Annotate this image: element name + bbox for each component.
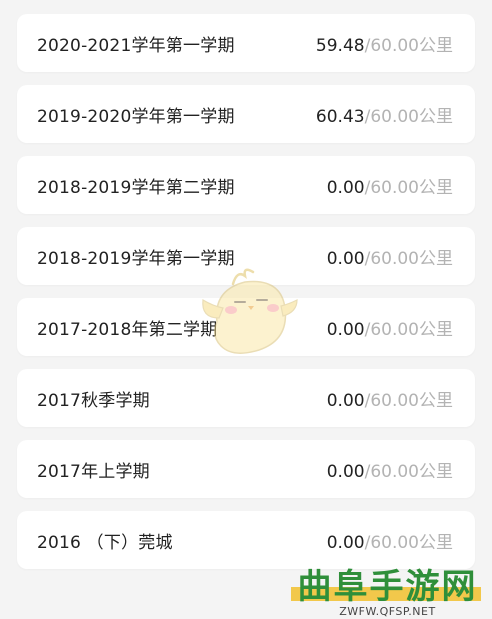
distance-completed: 0.00 bbox=[326, 319, 365, 340]
semester-name: 2018-2019学年第二学期 bbox=[37, 177, 235, 198]
distance-progress: 0.00/60.00公里 bbox=[327, 173, 453, 198]
distance-completed: 0.00 bbox=[326, 461, 365, 482]
semester-card[interactable]: 2017年上学期 0.00/60.00公里 bbox=[17, 440, 475, 498]
watermark-url: ZWFW.QFSP.NET bbox=[339, 605, 436, 618]
semester-card[interactable]: 2019-2020学年第一学期 60.43/60.00公里 bbox=[17, 85, 475, 143]
watermark-title: 曲阜手游网 bbox=[297, 567, 478, 607]
distance-unit: 公里 bbox=[419, 35, 453, 56]
semester-card[interactable]: 2017秋季学期 0.00/60.00公里 bbox=[17, 369, 475, 427]
distance-goal: 60.00 bbox=[370, 461, 419, 482]
semester-name: 2016 （下）莞城 bbox=[37, 532, 173, 553]
semester-card[interactable]: 2020-2021学年第一学期 59.48/60.00公里 bbox=[17, 14, 475, 72]
distance-completed: 0.00 bbox=[326, 532, 365, 553]
semester-name: 2017秋季学期 bbox=[37, 390, 150, 411]
distance-unit: 公里 bbox=[419, 319, 453, 340]
distance-progress: 0.00/60.00公里 bbox=[327, 244, 453, 269]
distance-goal: 60.00 bbox=[370, 248, 419, 269]
distance-unit: 公里 bbox=[419, 248, 453, 269]
distance-progress: 59.48/60.00公里 bbox=[316, 31, 453, 56]
chick-mascot-icon bbox=[193, 262, 303, 362]
distance-completed: 59.48 bbox=[315, 35, 365, 56]
distance-unit: 公里 bbox=[419, 177, 453, 198]
distance-progress: 0.00/60.00公里 bbox=[327, 457, 453, 482]
distance-progress: 0.00/60.00公里 bbox=[327, 528, 453, 553]
semester-card[interactable]: 2018-2019学年第二学期 0.00/60.00公里 bbox=[17, 156, 475, 214]
distance-goal: 60.00 bbox=[370, 532, 419, 553]
distance-progress: 0.00/60.00公里 bbox=[327, 315, 453, 340]
semester-name: 2017-2018年第二学期 bbox=[37, 319, 218, 340]
distance-completed: 0.00 bbox=[326, 177, 365, 198]
site-watermark: 曲阜手游网 ZWFW.QFSP.NET bbox=[283, 561, 492, 619]
distance-completed: 0.00 bbox=[326, 390, 365, 411]
distance-progress: 60.43/60.00公里 bbox=[316, 102, 453, 127]
distance-unit: 公里 bbox=[419, 532, 453, 553]
distance-goal: 60.00 bbox=[370, 106, 419, 127]
distance-goal: 60.00 bbox=[370, 177, 419, 198]
distance-goal: 60.00 bbox=[370, 319, 419, 340]
distance-progress: 0.00/60.00公里 bbox=[327, 386, 453, 411]
distance-unit: 公里 bbox=[419, 106, 453, 127]
semester-name: 2017年上学期 bbox=[37, 461, 150, 482]
distance-unit: 公里 bbox=[419, 390, 453, 411]
distance-goal: 60.00 bbox=[370, 390, 419, 411]
semester-name: 2020-2021学年第一学期 bbox=[37, 35, 235, 56]
distance-unit: 公里 bbox=[419, 461, 453, 482]
distance-completed: 60.43 bbox=[315, 106, 365, 127]
distance-goal: 60.00 bbox=[370, 35, 419, 56]
semester-name: 2019-2020学年第一学期 bbox=[37, 106, 235, 127]
distance-completed: 0.00 bbox=[326, 248, 365, 269]
